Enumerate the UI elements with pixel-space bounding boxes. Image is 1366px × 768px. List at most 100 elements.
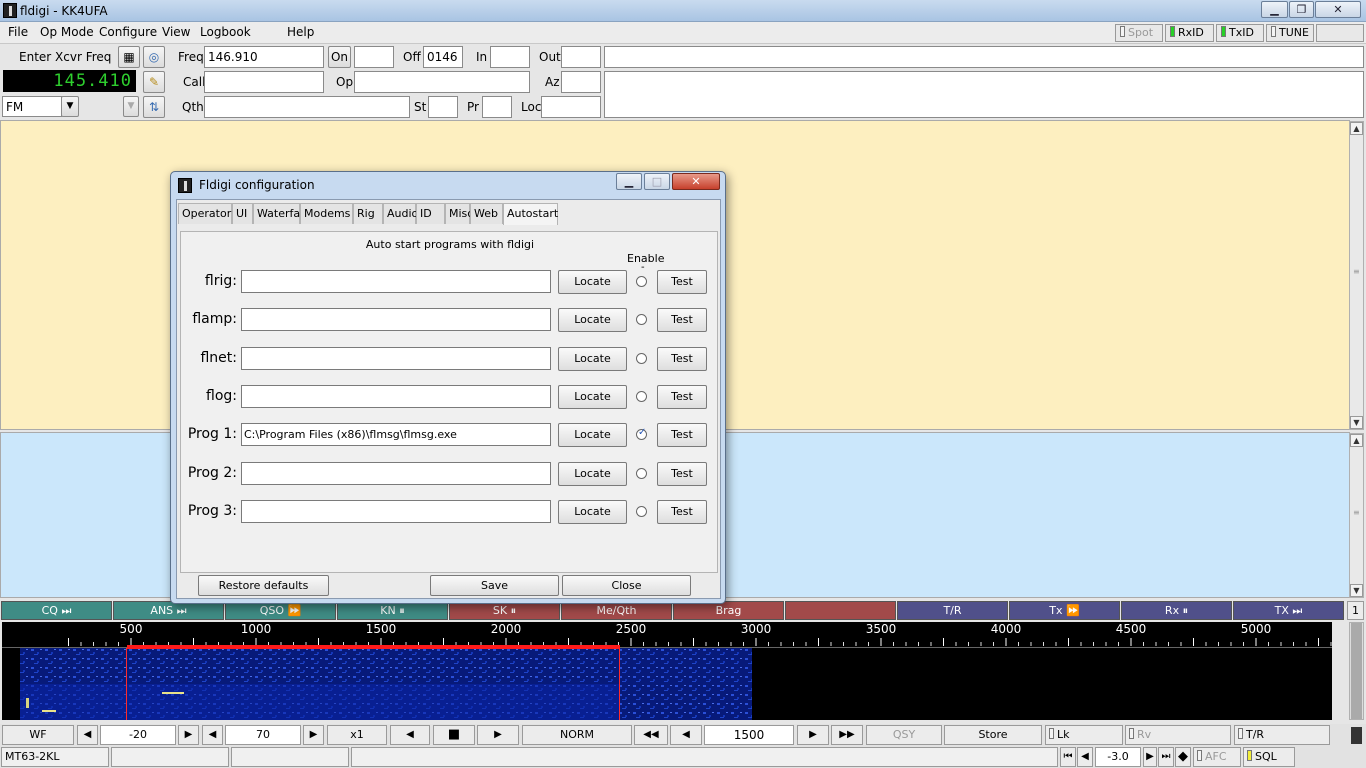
squelch-skip-left-icon[interactable]: ⏮ (1060, 747, 1076, 767)
tab-rig[interactable]: Rig (353, 203, 383, 224)
path-field-flamp[interactable] (241, 308, 551, 332)
carrier-down-icon[interactable]: ◀ (670, 725, 702, 745)
close-window-button[interactable]: ✕ (1315, 1, 1361, 18)
rig-sync-icon[interactable]: ⇅ (143, 96, 165, 118)
reverse-toggle[interactable]: Rv (1125, 725, 1231, 745)
txid-toggle[interactable]: TxID (1216, 24, 1264, 42)
path-field-flnet[interactable] (241, 346, 551, 370)
mode-dropdown-arrow-icon[interactable]: ▼ (61, 96, 79, 117)
tab-ui[interactable]: UI (232, 203, 253, 224)
scroll-grip-icon[interactable]: ≡ (1353, 508, 1361, 522)
zoom-button[interactable]: x1 (327, 725, 387, 745)
store-button[interactable]: Store (944, 725, 1042, 745)
rxid-toggle[interactable]: RxID (1165, 24, 1214, 42)
locate-button-prog3[interactable]: Locate (558, 499, 627, 524)
menu-logbook[interactable]: Logbook (200, 25, 251, 39)
restore-button[interactable]: ❐ (1289, 1, 1314, 18)
dialog-maximize-button[interactable]: □ (644, 173, 670, 190)
ref-level-up-icon[interactable]: ▶ (178, 725, 199, 745)
mode-select[interactable]: FM (2, 96, 62, 117)
scroll-down-icon[interactable]: ▼ (1350, 416, 1363, 429)
qth-field[interactable] (204, 96, 410, 118)
waterfall-mode-button[interactable]: NORM (522, 725, 632, 745)
dialog-minimize-button[interactable]: ▁ (616, 173, 642, 190)
path-field-prog3[interactable] (241, 499, 551, 523)
enable-checkbox-flog[interactable] (636, 390, 647, 402)
rst-out-field[interactable] (561, 46, 601, 68)
macro-bank-number[interactable]: 1 (1347, 601, 1364, 620)
test-button-flamp[interactable]: Test (657, 308, 707, 333)
pause-stop-icon[interactable]: ■ (433, 725, 475, 745)
tr-toggle[interactable]: T/R (1234, 725, 1330, 745)
spot-toggle[interactable]: Spot (1115, 24, 1163, 42)
on-time-button[interactable]: On (328, 46, 351, 68)
rig-globe-icon[interactable]: ◎ (143, 46, 165, 68)
scroll-grip-icon[interactable]: ≡ (1353, 267, 1361, 281)
tab-operator[interactable]: Operator (178, 203, 232, 224)
test-button-flrig[interactable]: Test (657, 270, 707, 294)
on-time-field[interactable] (354, 46, 394, 68)
locate-button-prog2[interactable]: Locate (558, 461, 627, 486)
lock-toggle[interactable]: Lk (1045, 725, 1123, 745)
slow-left-icon[interactable]: ◀ (390, 725, 430, 745)
macro-button-11[interactable]: Rx ⏸ (1121, 601, 1232, 620)
macro-button-8[interactable] (785, 601, 896, 620)
freq-field[interactable]: 146.910 (204, 46, 324, 68)
path-field-prog2[interactable] (241, 461, 551, 485)
locator-field[interactable] (541, 96, 601, 118)
waterfall-display[interactable] (2, 648, 1332, 720)
bw-dropdown-arrow-icon[interactable]: ▼ (123, 96, 139, 117)
minimize-button[interactable]: ▁ (1261, 1, 1288, 18)
menu-file[interactable]: File (8, 25, 28, 39)
tab-waterfall[interactable]: Waterfall (253, 203, 306, 224)
path-field-flrig[interactable] (241, 270, 551, 293)
scroll-up-icon[interactable]: ▲ (1350, 122, 1363, 135)
enable-checkbox-prog1[interactable] (636, 427, 647, 441)
test-button-prog3[interactable]: Test (657, 499, 707, 524)
tab-misc[interactable]: Misc (445, 203, 473, 224)
wf-mode-button[interactable]: WF (2, 725, 74, 745)
clear-broom-icon[interactable]: ✎ (143, 71, 165, 93)
squelch-diamond-icon[interactable]: ◆ (1175, 747, 1191, 767)
tx-scrollbar[interactable]: ▲ ≡ ▼ (1349, 433, 1364, 598)
range-field[interactable]: 70 (225, 725, 301, 745)
log-notes-area[interactable] (604, 71, 1364, 118)
tab-id[interactable]: ID (416, 203, 445, 224)
test-button-prog1[interactable]: Test (657, 423, 707, 448)
qsy-button[interactable]: QSY (866, 725, 942, 745)
test-button-flnet[interactable]: Test (657, 346, 707, 371)
macro-button-1[interactable]: CQ ⏭ (1, 601, 112, 620)
squelch-left-icon[interactable]: ◀ (1077, 747, 1093, 767)
carrier-up-icon[interactable]: ▶ (797, 725, 829, 745)
ref-level-field[interactable]: -20 (100, 725, 176, 745)
close-button[interactable]: Close (562, 575, 691, 596)
frequency-display[interactable]: 145.410 (3, 70, 136, 92)
enable-checkbox-prog3[interactable] (636, 505, 647, 517)
locate-button-flrig[interactable]: Locate (558, 270, 627, 294)
squelch-skip-right-icon[interactable]: ⏭ (1158, 747, 1174, 767)
state-field[interactable] (428, 96, 458, 118)
menu-configure[interactable]: Configure (99, 25, 157, 39)
mode-status[interactable]: MT63-2KL (1, 747, 109, 767)
slow-right-icon[interactable]: ▶ (477, 725, 519, 745)
locate-button-prog1[interactable]: Locate (558, 423, 627, 448)
s2n-field[interactable]: -3.0 (1095, 747, 1141, 767)
off-time-field[interactable]: 0146 (423, 46, 463, 68)
tab-audio[interactable]: Audio (383, 203, 418, 224)
test-button-prog2[interactable]: Test (657, 461, 707, 486)
call-field[interactable] (204, 71, 324, 93)
scroll-down-icon[interactable]: ▼ (1350, 584, 1363, 597)
menu-help[interactable]: Help (287, 25, 314, 39)
locate-button-flnet[interactable]: Locate (558, 346, 627, 371)
macro-button-9[interactable]: T/R (897, 601, 1008, 620)
squelch-right-icon[interactable]: ▶ (1143, 747, 1157, 767)
op-name-field[interactable] (354, 71, 530, 93)
tx-level-slider[interactable] (1351, 727, 1362, 744)
fast-left-icon[interactable]: ◀◀ (634, 725, 668, 745)
tab-modems[interactable]: Modems (300, 203, 353, 224)
save-button[interactable]: Save (430, 575, 559, 596)
notes-field[interactable] (604, 46, 1364, 68)
spare-toggle[interactable] (1316, 24, 1364, 42)
test-button-flog[interactable]: Test (657, 384, 707, 409)
carrier-freq-field[interactable]: 1500 (704, 725, 794, 745)
